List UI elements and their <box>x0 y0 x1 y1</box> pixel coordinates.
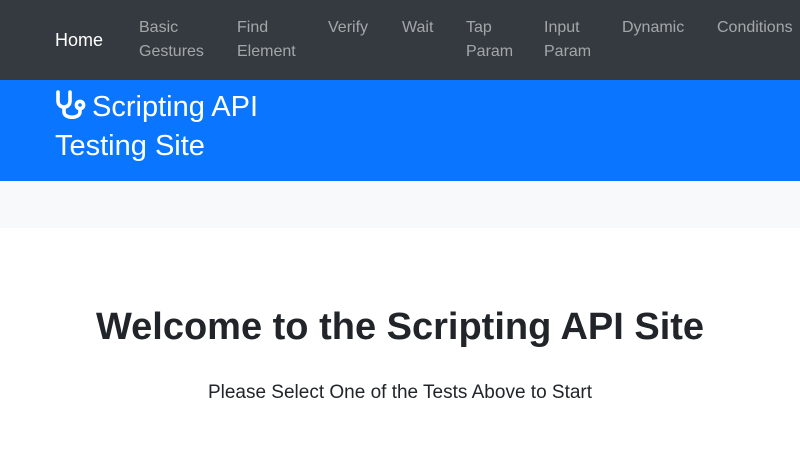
stethoscope-icon <box>56 90 86 120</box>
brand-title-line-1[interactable]: Scripting API <box>92 88 258 126</box>
page-title: Welcome to the Scripting API Site <box>95 306 705 348</box>
secondary-bar <box>0 181 800 228</box>
nav-link-verify[interactable]: Verify <box>328 16 368 40</box>
nav-link-basic-gestures[interactable]: Basic Gestures <box>139 16 204 64</box>
nav-link-find-element[interactable]: Find Element <box>237 16 296 64</box>
nav-link-dynamic[interactable]: Dynamic <box>622 16 684 40</box>
nav-link-input-param[interactable]: Input Param <box>544 16 591 64</box>
nav-link-wait[interactable]: Wait <box>402 16 433 40</box>
brand-title-line-2[interactable]: Testing Site <box>55 127 205 165</box>
nav-link-conditions[interactable]: Conditions <box>717 16 793 40</box>
page-subtitle: Please Select One of the Tests Above to … <box>207 382 593 403</box>
nav-link-home[interactable]: Home <box>55 28 103 52</box>
nav-link-tap-param[interactable]: Tap Param <box>466 16 513 64</box>
top-navbar: Home Basic Gestures Find Element Verify … <box>0 0 800 80</box>
